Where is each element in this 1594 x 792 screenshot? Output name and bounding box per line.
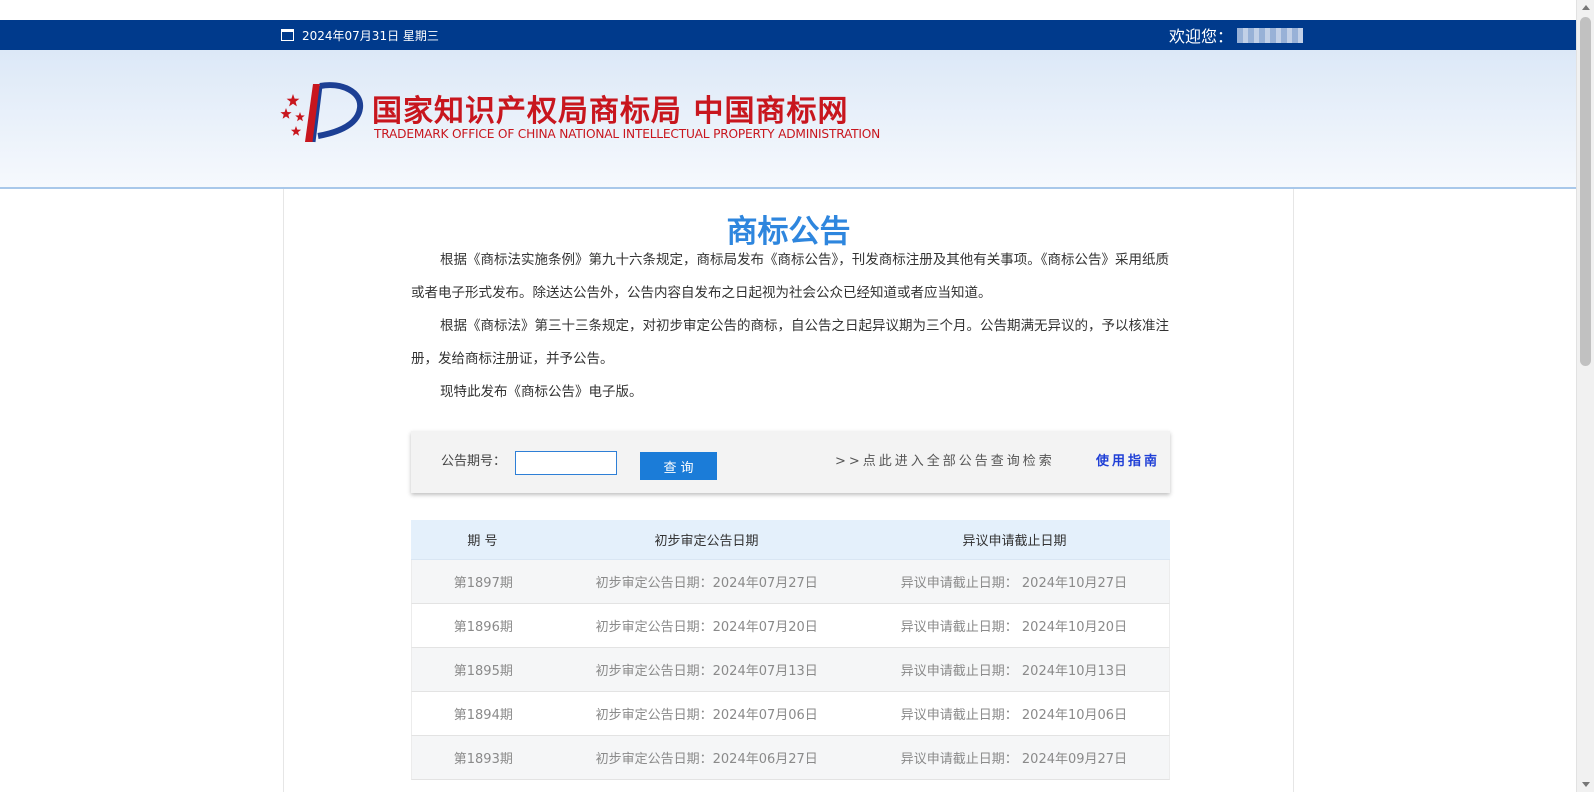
table-body: 第1897期 初步审定公告日期：2024年07月27日 异议申请截止日期： 20…: [411, 560, 1170, 780]
publish-date-cell: 初步审定公告日期：2024年06月27日: [595, 752, 818, 767]
table-row[interactable]: 第1897期 初步审定公告日期：2024年07月27日 异议申请截止日期： 20…: [411, 560, 1170, 604]
issue-cell[interactable]: 第1896期: [412, 604, 555, 647]
welcome-text: 欢迎您：: [1169, 27, 1234, 46]
deadline-cell: 异议申请截止日期： 2024年10月27日: [900, 576, 1128, 591]
issue-number-input[interactable]: [515, 451, 617, 475]
publish-date-cell: 初步审定公告日期：2024年07月27日: [595, 576, 818, 591]
column-header-deadline: 异议申请截止日期: [962, 534, 1067, 549]
table-row[interactable]: 第1894期 初步审定公告日期：2024年07月06日 异议申请截止日期： 20…: [411, 692, 1170, 736]
column-header-issue: 期 号: [467, 534, 498, 549]
publish-date-cell: 初步审定公告日期：2024年07月13日: [595, 664, 818, 679]
intro-paragraph: 现特此发布《商标公告》电子版。: [440, 384, 643, 400]
search-panel: 公告期号： 查询 >>点此进入全部公告查询检索 使用指南: [411, 431, 1170, 493]
deadline-cell: 异议申请截止日期： 2024年09月27日: [900, 752, 1128, 767]
top-bar: 2024年07月31日 星期三 欢迎您：: [0, 20, 1576, 50]
scrollbar-thumb[interactable]: [1580, 17, 1591, 366]
calendar-icon: [281, 29, 294, 41]
issue-cell[interactable]: 第1894期: [412, 692, 555, 735]
publish-date-cell: 初步审定公告日期：2024年07月20日: [595, 620, 818, 635]
issue-number-label: 公告期号：: [441, 454, 507, 469]
site-title-cn: 国家知识产权局商标局 中国商标网: [372, 94, 849, 129]
site-header: 国家知识产权局商标局 中国商标网 TRADEMARK OFFICE OF CHI…: [0, 50, 1576, 189]
intro-text: 根据《商标法实施条例》第九十六条规定，商标局发布《商标公告》，刊发商标注册及其他…: [411, 244, 1169, 409]
announcement-table: 期 号 初步审定公告日期 异议申请截止日期 第1897期 初步审定公告日期：20…: [411, 520, 1170, 780]
publish-date-cell: 初步审定公告日期：2024年07月06日: [595, 708, 818, 723]
table-row[interactable]: 第1895期 初步审定公告日期：2024年07月13日 异议申请截止日期： 20…: [411, 648, 1170, 692]
issue-cell[interactable]: 第1893期: [412, 736, 555, 779]
scroll-down-arrow-icon[interactable]: [1582, 782, 1590, 787]
column-header-publish-date: 初步审定公告日期: [654, 534, 759, 549]
deadline-cell: 异议申请截止日期： 2024年10月13日: [900, 664, 1128, 679]
username-blurred[interactable]: [1237, 27, 1304, 43]
deadline-cell: 异议申请截止日期： 2024年10月06日: [900, 708, 1128, 723]
site-title-en: TRADEMARK OFFICE OF CHINA NATIONAL INTEL…: [374, 127, 881, 141]
query-button[interactable]: 查询: [640, 452, 717, 480]
trademark-office-logo-icon[interactable]: [280, 80, 365, 148]
deadline-cell: 异议申请截止日期： 2024年10月20日: [900, 620, 1128, 635]
vertical-scrollbar[interactable]: [1576, 0, 1594, 792]
scroll-up-arrow-icon[interactable]: [1582, 5, 1590, 10]
intro-paragraph: 根据《商标法实施条例》第九十六条规定，商标局发布《商标公告》，刊发商标注册及其他…: [411, 252, 1169, 301]
main-content: 商标公告 根据《商标法实施条例》第九十六条规定，商标局发布《商标公告》，刊发商标…: [283, 189, 1294, 792]
browser-top-strip: [0, 0, 1576, 20]
table-row[interactable]: 第1896期 初步审定公告日期：2024年07月20日 异议申请截止日期： 20…: [411, 604, 1170, 648]
table-header: 期 号 初步审定公告日期 异议申请截止日期: [411, 520, 1170, 560]
date-display: 2024年07月31日 星期三: [281, 20, 439, 50]
user-guide-link[interactable]: 使用指南: [1096, 431, 1160, 493]
table-row[interactable]: 第1893期 初步审定公告日期：2024年06月27日 异议申请截止日期： 20…: [411, 736, 1170, 780]
date-text: 2024年07月31日 星期三: [302, 28, 439, 43]
intro-paragraph: 根据《商标法》第三十三条规定，对初步审定公告的商标，自公告之日起异议期为三个月。…: [411, 318, 1169, 367]
welcome-area: 欢迎您：: [1169, 20, 1304, 50]
page: 2024年07月31日 星期三 欢迎您： 国家知识产权局商标局 中国商标网 TR…: [0, 0, 1594, 792]
issue-cell[interactable]: 第1897期: [412, 560, 555, 603]
issue-cell[interactable]: 第1895期: [412, 648, 555, 691]
all-announcements-link[interactable]: >>点此进入全部公告查询检索: [835, 431, 1055, 493]
